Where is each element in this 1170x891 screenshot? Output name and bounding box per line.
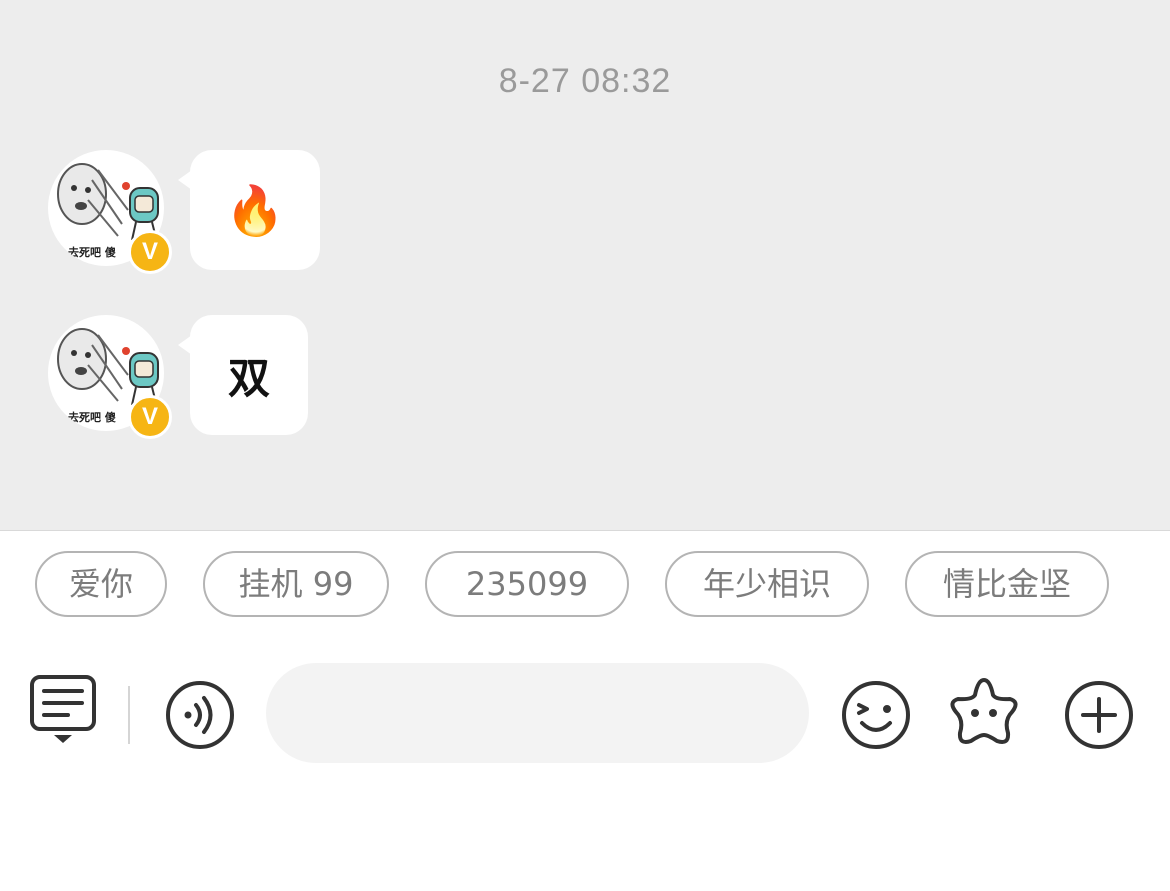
quick-reply-chip[interactable]: 235099	[425, 551, 629, 617]
plus-icon[interactable]	[1063, 679, 1135, 751]
quick-reply-chip[interactable]: 年少相识	[665, 551, 869, 617]
quick-reply-chip[interactable]: 爱你	[35, 551, 167, 617]
fire-emoji-icon: 🔥	[225, 182, 285, 239]
message-bubble[interactable]: 双	[178, 315, 308, 435]
quick-reply-chip[interactable]: 挂机 99	[203, 551, 389, 617]
voice-icon[interactable]	[164, 679, 236, 751]
quick-reply-chip[interactable]: 情比金坚	[905, 551, 1109, 617]
avatar-caption: 去死吧 傻	[68, 246, 116, 259]
input-panel: 爱你 挂机 99 235099 年少相识 情比金坚	[0, 530, 1170, 891]
vip-badge: V	[128, 395, 172, 439]
vip-badge: V	[128, 230, 172, 274]
message-input[interactable]	[266, 663, 809, 763]
message-text: 双	[227, 353, 270, 403]
divider	[128, 686, 130, 744]
star-sticker-icon[interactable]	[946, 675, 1022, 751]
emoji-icon[interactable]	[840, 679, 912, 751]
message-timestamp: 8-27 08:32	[498, 62, 672, 100]
avatar-caption: 去死吧 傻	[68, 411, 116, 424]
keyboard-menu-icon[interactable]	[28, 673, 100, 745]
message-bubble[interactable]: 🔥	[178, 150, 320, 270]
chat-area: 8-27 08:32 去死吧 傻 V 🔥 去死吧 傻 V 双	[0, 0, 1170, 530]
